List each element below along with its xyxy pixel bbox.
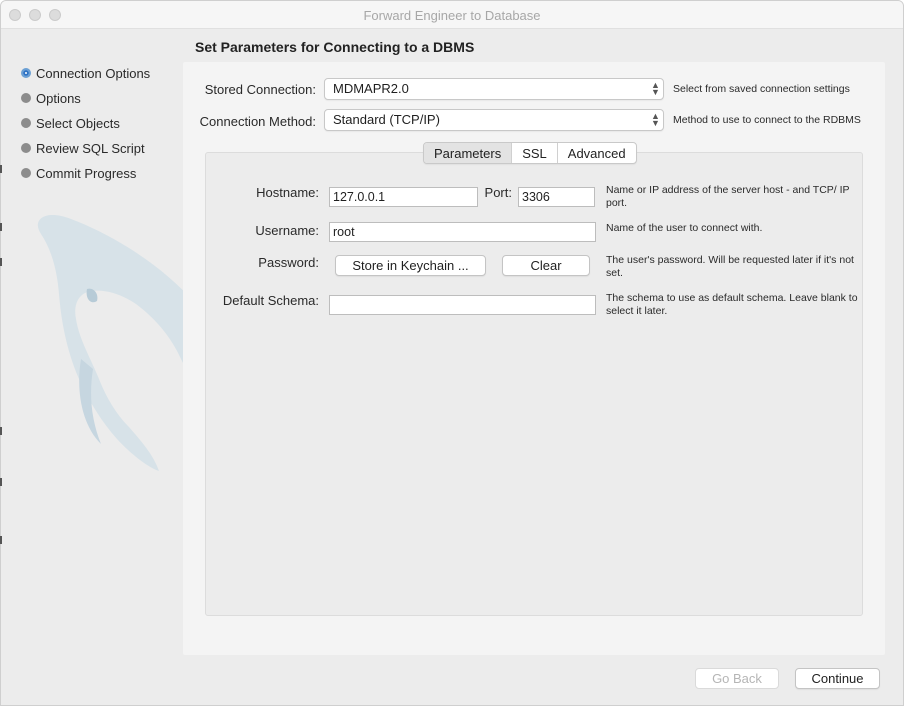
sidebar-item-review-sql-script[interactable]: Review SQL Script bbox=[21, 139, 145, 157]
sidebar-item-connection-options[interactable]: Connection Options bbox=[21, 64, 150, 82]
background-window-edge bbox=[0, 223, 2, 231]
port-input[interactable] bbox=[518, 187, 595, 207]
go-back-button[interactable]: Go Back bbox=[695, 668, 779, 689]
sidebar-item-options[interactable]: Options bbox=[21, 89, 81, 107]
sidebar-item-label: Review SQL Script bbox=[36, 140, 145, 156]
sidebar-item-commit-progress[interactable]: Commit Progress bbox=[21, 164, 136, 182]
sidebar-item-label: Options bbox=[36, 90, 81, 106]
store-in-keychain-button[interactable]: Store in Keychain ... bbox=[335, 255, 486, 276]
connection-method-hint: Method to use to connect to the RDBMS bbox=[673, 114, 861, 126]
sidebar-item-label: Commit Progress bbox=[36, 165, 137, 181]
connection-method-select[interactable]: Standard (TCP/IP) ▲ ▼ bbox=[324, 109, 664, 131]
password-label: Password: bbox=[258, 255, 319, 270]
tab-ssl[interactable]: SSL bbox=[512, 143, 558, 163]
active-step-indicator-icon bbox=[21, 68, 31, 78]
sidebar-item-label: Select Objects bbox=[36, 115, 120, 131]
background-window-edge bbox=[0, 536, 2, 544]
default-schema-input[interactable] bbox=[329, 295, 596, 315]
stored-connection-hint: Select from saved connection settings bbox=[673, 83, 850, 95]
username-input[interactable] bbox=[329, 222, 596, 242]
wizard-steps-sidebar: Connection Options Options Select Object… bbox=[1, 29, 317, 705]
default-schema-hint: The schema to use as default schema. Lea… bbox=[606, 292, 858, 317]
step-indicator-icon bbox=[21, 93, 31, 103]
connection-tabs: Parameters SSL Advanced bbox=[423, 142, 637, 164]
page-title: Set Parameters for Connecting to a DBMS bbox=[195, 39, 475, 55]
sidebar-item-select-objects[interactable]: Select Objects bbox=[21, 114, 120, 132]
stepper-arrows-icon: ▲ ▼ bbox=[651, 80, 660, 97]
step-indicator-icon bbox=[21, 143, 31, 153]
sidebar-item-label: Connection Options bbox=[36, 65, 151, 81]
hostname-label: Hostname: bbox=[256, 185, 319, 200]
hostname-hint: Name or IP address of the server host - … bbox=[606, 184, 850, 209]
tab-advanced[interactable]: Advanced bbox=[558, 143, 636, 163]
tab-parameters[interactable]: Parameters bbox=[424, 143, 513, 163]
port-label: Port: bbox=[484, 185, 512, 200]
background-window-edge bbox=[0, 258, 2, 266]
connection-method-label: Connection Method: bbox=[199, 114, 316, 129]
background-window-edge bbox=[0, 427, 2, 435]
connection-method-value: Standard (TCP/IP) bbox=[333, 112, 440, 127]
stored-connection-label: Stored Connection: bbox=[204, 82, 316, 97]
step-indicator-icon bbox=[21, 168, 31, 178]
password-hint: The user's password. Will be requested l… bbox=[606, 254, 854, 279]
background-window-edge bbox=[0, 478, 2, 486]
dialog-window: Forward Engineer to Database Connection … bbox=[0, 0, 904, 706]
window-title: Forward Engineer to Database bbox=[363, 8, 541, 23]
stored-connection-select[interactable]: MDMAPR2.0 ▲ ▼ bbox=[324, 78, 664, 100]
clear-password-button[interactable]: Clear bbox=[502, 255, 590, 276]
default-schema-label: Default Schema: bbox=[222, 293, 319, 308]
username-label: Username: bbox=[255, 223, 319, 238]
continue-button[interactable]: Continue bbox=[795, 668, 880, 689]
stepper-arrows-icon: ▲ ▼ bbox=[651, 111, 660, 128]
hostname-input[interactable] bbox=[329, 187, 478, 207]
title-bar: Forward Engineer to Database bbox=[1, 1, 903, 29]
step-indicator-icon bbox=[21, 118, 31, 128]
stored-connection-value: MDMAPR2.0 bbox=[333, 81, 409, 96]
username-hint: Name of the user to connect with. bbox=[606, 222, 763, 234]
background-window-edge bbox=[0, 165, 2, 173]
